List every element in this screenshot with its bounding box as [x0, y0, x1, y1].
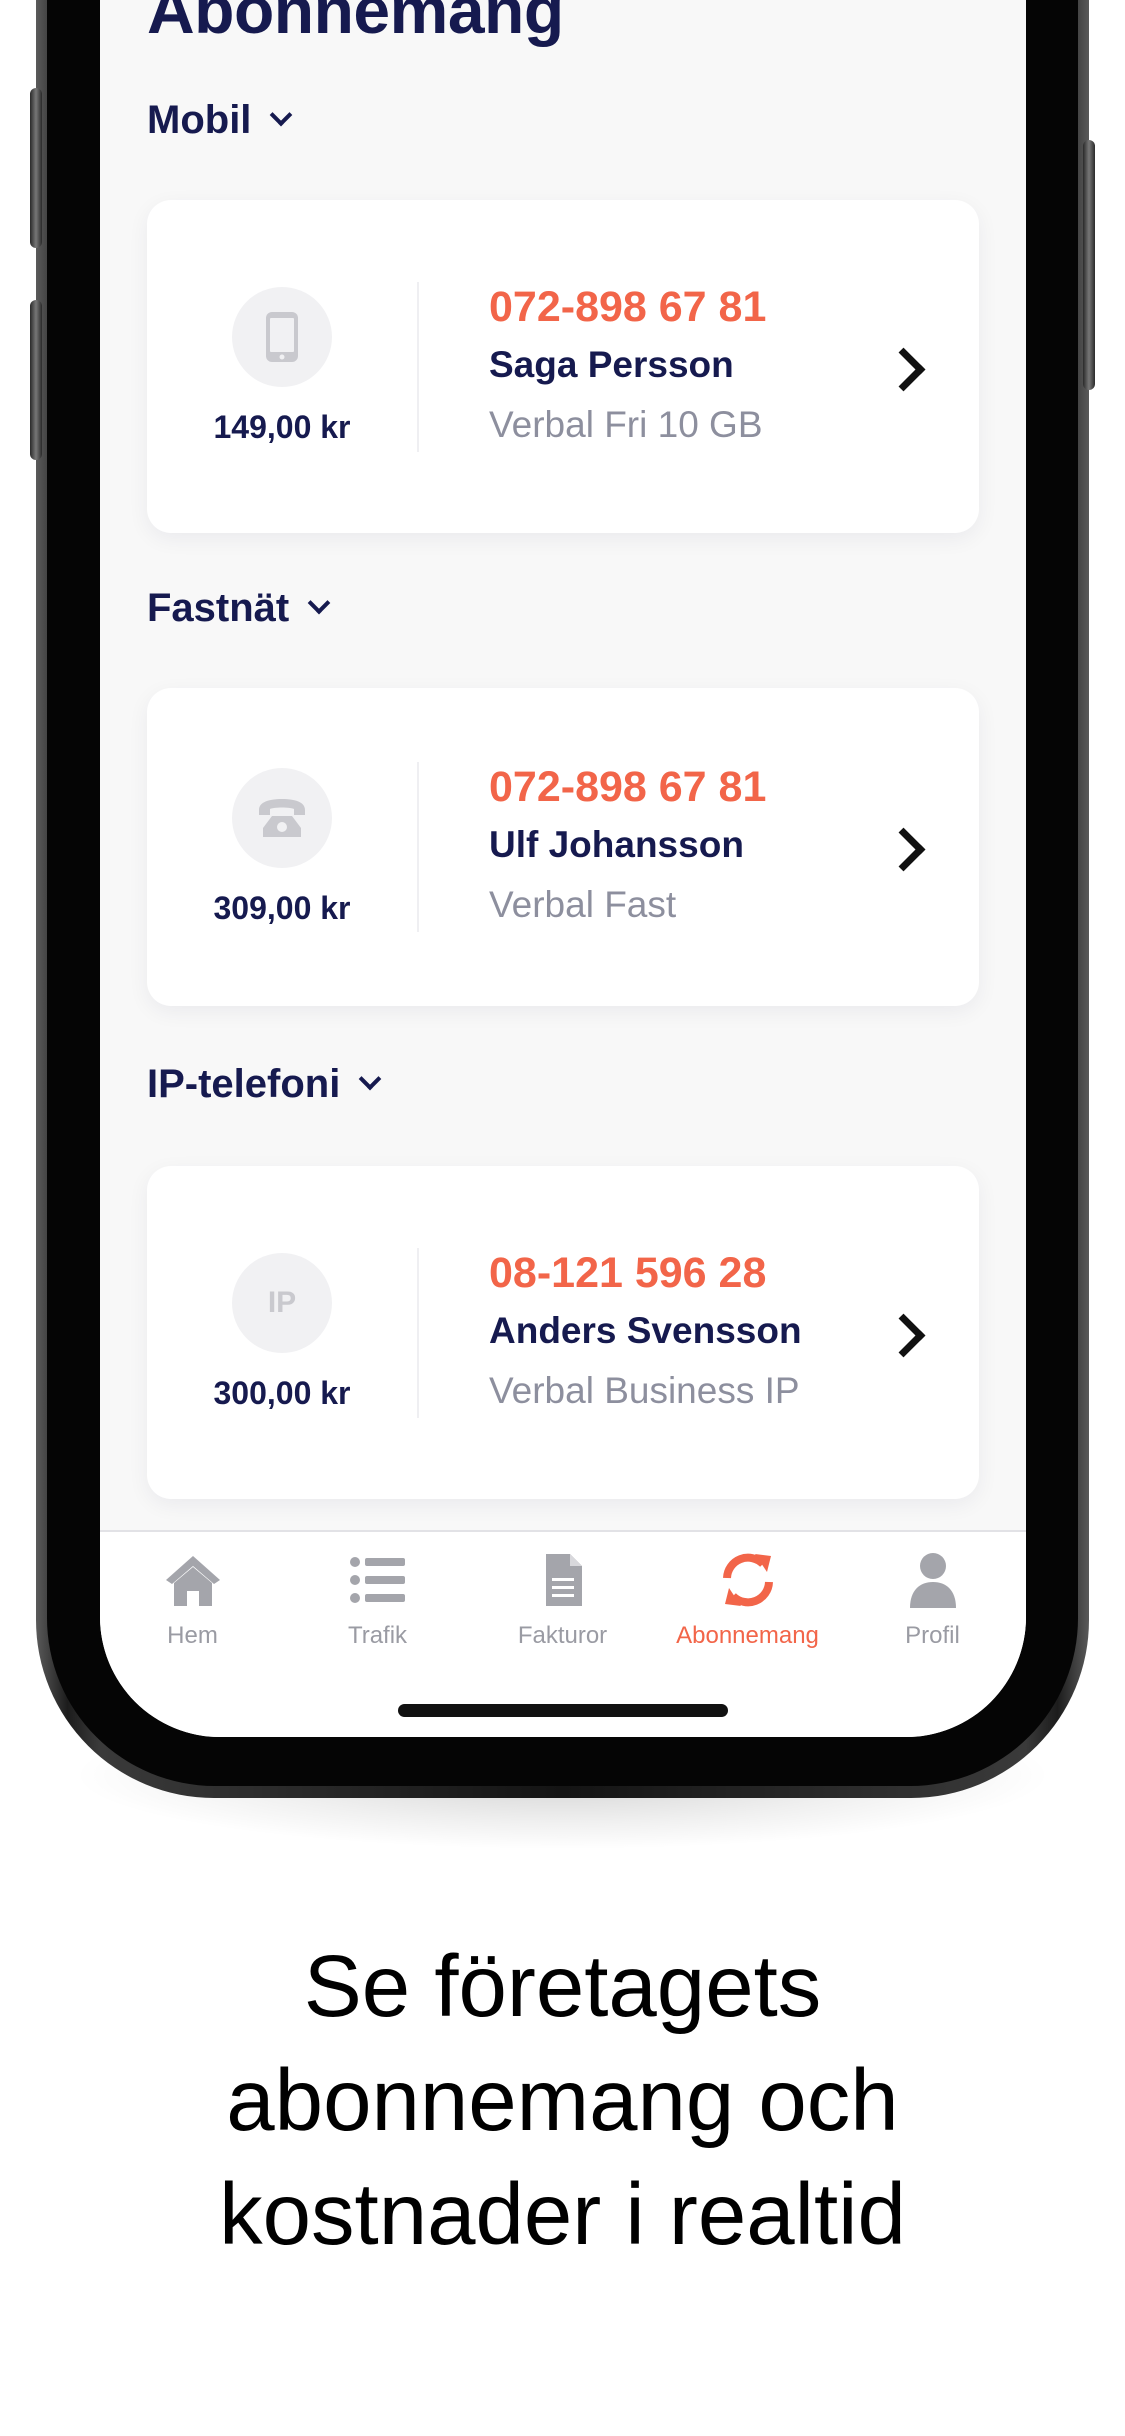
card-info: 08-121 596 28 Anders Svensson Verbal Bus… — [489, 1166, 802, 1499]
chevron-down-icon — [270, 103, 293, 126]
card-price-area: 149,00 kr — [147, 200, 417, 533]
phone-number: 072-898 67 81 — [489, 763, 767, 811]
subscriber-name: Saga Persson — [489, 343, 734, 385]
card-price: 309,00 kr — [213, 889, 351, 926]
tab-hem[interactable]: Hem — [100, 1550, 285, 1650]
card-divider — [417, 762, 419, 932]
plan-name: Verbal Fri 10 GB — [489, 403, 763, 445]
caption-line: abonnemang och — [226, 2052, 899, 2149]
phone-number: 08-121 596 28 — [489, 1248, 767, 1297]
plan-name: Verbal Business IP — [489, 1369, 800, 1411]
tab-label: Fakturor — [517, 1622, 608, 1649]
power-button — [1083, 140, 1095, 390]
tab-trafik[interactable]: Trafik — [285, 1550, 470, 1650]
tab-fakturor[interactable]: Fakturor — [470, 1550, 655, 1650]
section-title: Mobil — [147, 98, 252, 142]
subscription-card[interactable]: 309,00 kr 072-898 67 81 Ulf Johansson Ve… — [147, 688, 979, 1006]
tab-label: Hem — [167, 1622, 218, 1649]
card-info: 072-898 67 81 Saga Persson Verbal Fri 10… — [489, 200, 766, 533]
tab-profil[interactable]: Profil — [840, 1550, 1025, 1650]
chevron-right-icon — [881, 1313, 926, 1358]
card-price: 149,00 kr — [213, 409, 351, 445]
section-header-mobil[interactable]: Mobil — [147, 98, 293, 143]
home-icon — [165, 1556, 220, 1606]
chevron-down-icon — [307, 591, 331, 614]
phone-number: 072-898 67 81 — [489, 282, 767, 331]
caption-line: kostnader i realtid — [219, 2166, 906, 2263]
volume-button — [30, 300, 42, 460]
landline-phone-icon — [232, 767, 332, 868]
phone-screen: Abonnemang Mobil 149,00 kr 072-898 67 81… — [100, 0, 1026, 1737]
section-title: Fastnät — [147, 586, 290, 630]
mobile-phone-icon — [232, 287, 332, 387]
tab-label: Trafik — [347, 1622, 408, 1649]
tab-label: Abonnemang — [676, 1622, 819, 1649]
volume-button — [30, 88, 42, 248]
chevron-right-icon — [881, 827, 926, 872]
subscription-card[interactable]: 149,00 kr 072-898 67 81 Saga Persson Ver… — [147, 200, 979, 533]
section-header-ip-telefoni[interactable]: IP-telefoni — [147, 1062, 382, 1107]
subscriber-name: Anders Svensson — [489, 1309, 802, 1351]
document-icon — [545, 1554, 582, 1606]
marketing-caption: Se företagets abonnemang och kostnader i… — [0, 1930, 1125, 2272]
card-price-area: 309,00 kr — [147, 688, 417, 1006]
tab-label: Profil — [905, 1622, 960, 1649]
card-price: 300,00 kr — [213, 1375, 351, 1411]
chevron-right-icon — [881, 347, 926, 392]
section-header-fastnat[interactable]: Fastnät — [147, 586, 331, 631]
user-icon — [909, 1553, 956, 1608]
subscription-card[interactable]: IP 300,00 kr 08-121 596 28 Anders Svenss… — [147, 1166, 979, 1499]
chevron-down-icon — [359, 1067, 382, 1090]
card-info: 072-898 67 81 Ulf Johansson Verbal Fast — [489, 688, 766, 1006]
section-title: IP-telefoni — [147, 1062, 341, 1106]
refresh-icon — [722, 1553, 773, 1607]
subscriber-name: Ulf Johansson — [489, 824, 744, 865]
page-title: Abonnemang — [147, 0, 564, 47]
home-indicator — [398, 1704, 728, 1717]
ip-icon: IP — [232, 1253, 332, 1353]
ip-icon-label: IP — [267, 1286, 297, 1319]
plan-name: Verbal Fast — [489, 884, 677, 925]
card-divider — [417, 282, 419, 452]
tab-abonnemang[interactable]: Abonnemang — [655, 1550, 840, 1650]
caption-line: Se företagets — [303, 1938, 822, 2035]
card-divider — [417, 1248, 419, 1418]
list-icon — [349, 1557, 405, 1603]
card-price-area: IP 300,00 kr — [147, 1166, 417, 1499]
